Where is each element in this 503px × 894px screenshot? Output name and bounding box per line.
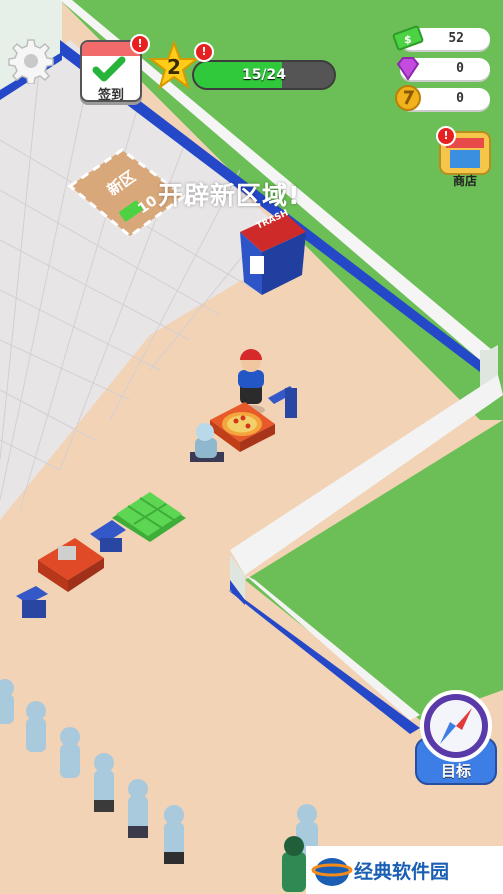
- alert-badge: !: [436, 126, 456, 146]
- shop-label: 商店: [452, 174, 477, 188]
- objective-label: 目标: [440, 762, 471, 780]
- token-icon: [395, 85, 421, 111]
- svg-text:$: $: [404, 33, 412, 46]
- settings-button[interactable]: [8, 38, 54, 85]
- checkin-label: 签到: [97, 88, 124, 103]
- cash-value: 52: [448, 31, 464, 46]
- alert-badge: !: [130, 34, 150, 54]
- gem-icon: [396, 57, 420, 81]
- queue-customer[interactable]: [60, 727, 80, 778]
- watermark-logo: 经典软件园: [306, 846, 503, 894]
- watermark-icon: [311, 858, 353, 886]
- unlock-announcement: 开辟新区域!: [158, 181, 301, 210]
- token-counter: 0: [395, 85, 490, 111]
- gem-counter: 0: [396, 57, 490, 81]
- gem-value: 0: [456, 61, 464, 76]
- objective-button[interactable]: 目标: [414, 688, 498, 788]
- shop-button[interactable]: ! 商店: [436, 126, 494, 188]
- queue-customer[interactable]: [282, 836, 306, 892]
- queue-customer[interactable]: [164, 805, 184, 864]
- queue-customer[interactable]: [0, 679, 14, 724]
- xp-progress-bar: 15/24: [192, 60, 336, 90]
- trash-icon: [250, 256, 264, 274]
- queue-customer[interactable]: [128, 779, 148, 838]
- gear-icon: [8, 39, 54, 85]
- watermark-text: 经典软件园: [354, 861, 450, 883]
- alert-badge: !: [194, 42, 214, 62]
- daily-checkin-button[interactable]: 签到 !: [80, 34, 150, 103]
- cash-icon: $: [392, 25, 424, 51]
- dirty-dishes-icon: [58, 546, 76, 560]
- queue-customer[interactable]: [94, 753, 114, 812]
- player-level: 2: [167, 55, 181, 79]
- level-star[interactable]: 2 !: [148, 40, 214, 92]
- token-value: 0: [456, 91, 464, 106]
- xp-text: 15/24: [241, 67, 287, 83]
- queue-customer[interactable]: [26, 701, 46, 752]
- cash-counter: $ 52: [392, 25, 490, 51]
